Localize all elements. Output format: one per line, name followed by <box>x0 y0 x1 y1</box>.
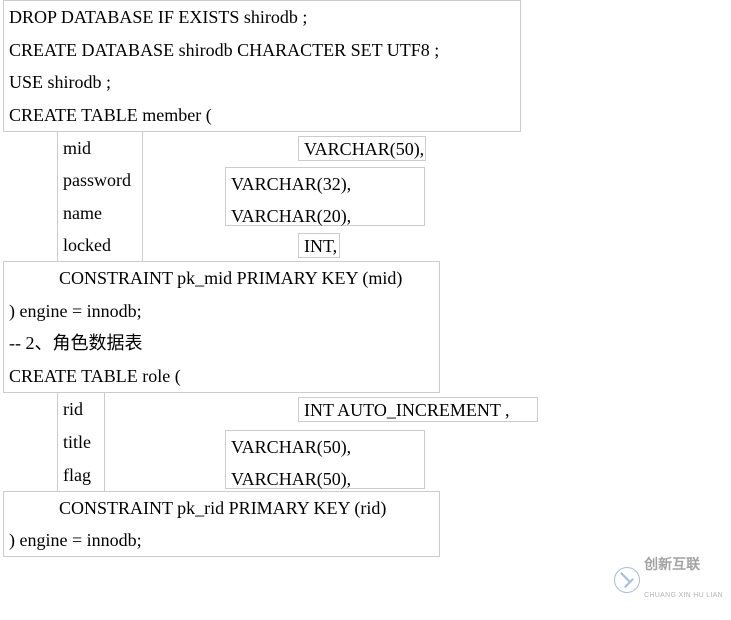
member-tail-block: CONSTRAINT pk_mid PRIMARY KEY (mid) ) en… <box>3 261 440 393</box>
field-type: VARCHAR(32), <box>231 168 351 200</box>
field-name: flag <box>63 459 91 491</box>
role-tail-block: CONSTRAINT pk_rid PRIMARY KEY (rid) ) en… <box>3 491 440 557</box>
role-field-names: rid title flag <box>57 392 105 492</box>
field-type: VARCHAR(20), <box>231 200 351 232</box>
field-type-group: VARCHAR(32), VARCHAR(20), <box>225 167 425 226</box>
field-type-group: VARCHAR(50), VARCHAR(50), <box>225 430 425 489</box>
field-type: VARCHAR(50), <box>298 136 426 161</box>
sql-header-block: DROP DATABASE IF EXISTS shirodb ; CREATE… <box>3 0 521 132</box>
sql-line: CREATE TABLE role ( <box>9 360 181 392</box>
comment-line: -- 2、角色数据表 <box>9 327 143 359</box>
sql-line: CREATE DATABASE shirodb CHARACTER SET UT… <box>9 34 439 66</box>
engine-line: ) engine = innodb; <box>9 524 142 556</box>
watermark-logo-icon <box>614 567 640 593</box>
watermark-cn: 创新互联 <box>644 548 723 580</box>
field-type: VARCHAR(50), <box>231 431 351 463</box>
watermark-en: CHUANG XIN HU LIAN <box>644 580 723 612</box>
constraint-line: CONSTRAINT pk_mid PRIMARY KEY (mid) <box>9 262 402 294</box>
field-name: name <box>63 197 102 229</box>
engine-line: ) engine = innodb; <box>9 295 142 327</box>
sql-line: USE shirodb ; <box>9 66 111 98</box>
field-name: mid <box>63 132 91 164</box>
constraint-line: CONSTRAINT pk_rid PRIMARY KEY (rid) <box>9 492 386 524</box>
field-name: rid <box>63 393 83 425</box>
watermark: 创新互联 CHUANG XIN HU LIAN <box>614 548 723 612</box>
field-name: locked <box>63 229 111 261</box>
sql-line: DROP DATABASE IF EXISTS shirodb ; <box>9 1 307 33</box>
field-name: title <box>63 426 91 458</box>
field-name: password <box>63 164 131 196</box>
member-field-names: mid password name locked <box>57 131 143 262</box>
field-type: INT AUTO_INCREMENT , <box>298 397 538 422</box>
field-type: INT, <box>298 233 340 258</box>
sql-line: CREATE TABLE member ( <box>9 99 212 131</box>
